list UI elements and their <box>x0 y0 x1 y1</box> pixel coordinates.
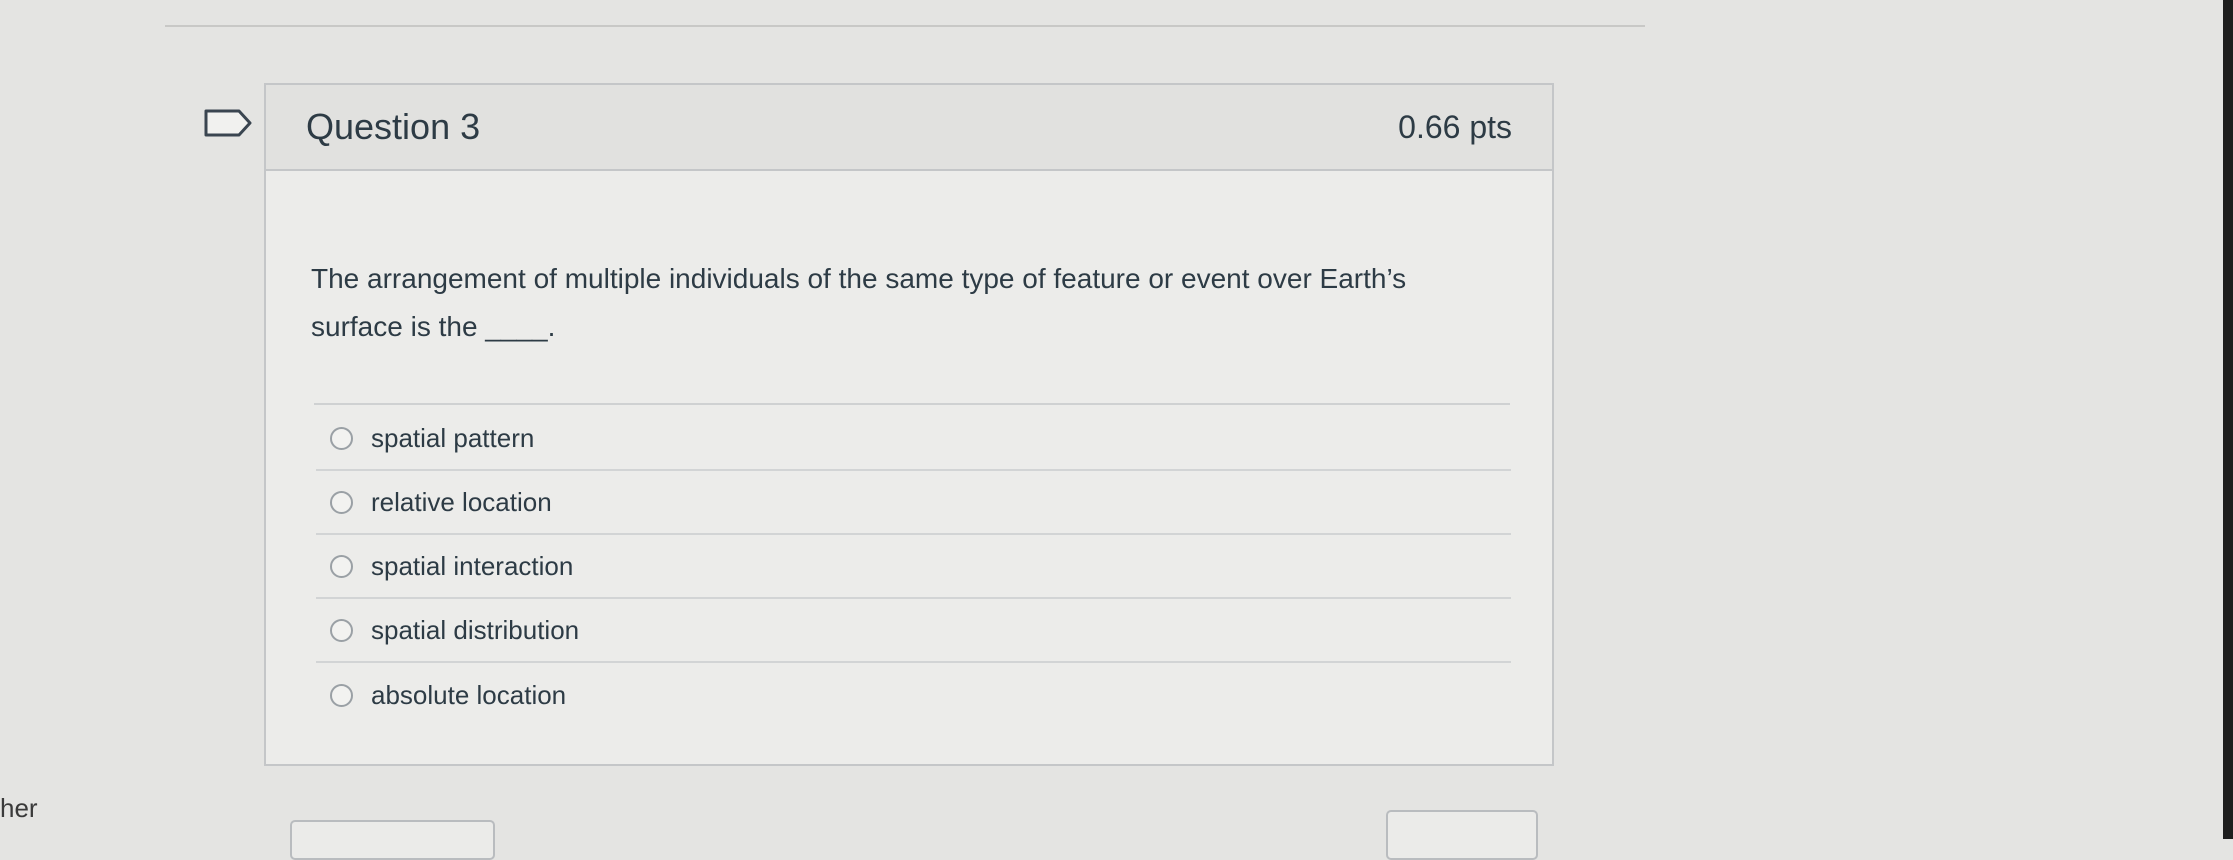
answer-option[interactable]: absolute location <box>316 663 1511 727</box>
answer-option[interactable]: spatial interaction <box>316 535 1511 599</box>
radio-icon[interactable] <box>330 490 353 514</box>
answer-option[interactable]: spatial distribution <box>316 599 1511 663</box>
answer-label: relative location <box>371 486 552 517</box>
answer-option[interactable]: spatial pattern <box>316 407 1511 471</box>
answer-option[interactable]: relative location <box>316 471 1511 535</box>
answer-label: spatial distribution <box>371 614 580 645</box>
answer-label: absolute location <box>371 679 567 710</box>
previous-button[interactable] <box>290 820 495 860</box>
sidebar-partial-text: her <box>0 793 38 823</box>
question-header: Question 3 0.66 pts <box>266 85 1552 171</box>
question-text: The arrangement of multiple individuals … <box>311 263 1407 342</box>
question-card: Question 3 0.66 pts The arrangement of m… <box>264 83 1554 766</box>
radio-icon[interactable] <box>330 554 353 578</box>
radio-icon[interactable] <box>330 683 353 707</box>
screen-edge <box>2223 0 2233 839</box>
flag-question-icon[interactable] <box>203 108 253 138</box>
answer-label: spatial pattern <box>371 422 535 453</box>
question-points: 0.66 pts <box>1398 108 1512 145</box>
next-button[interactable] <box>1386 810 1538 860</box>
answer-list: spatial pattern relative location spatia… <box>316 407 1511 727</box>
answer-label: spatial interaction <box>371 550 574 581</box>
radio-icon[interactable] <box>330 426 353 450</box>
radio-icon[interactable] <box>330 618 353 642</box>
answers-divider <box>314 403 1510 405</box>
top-divider <box>165 25 1645 27</box>
question-title: Question 3 <box>306 106 481 147</box>
